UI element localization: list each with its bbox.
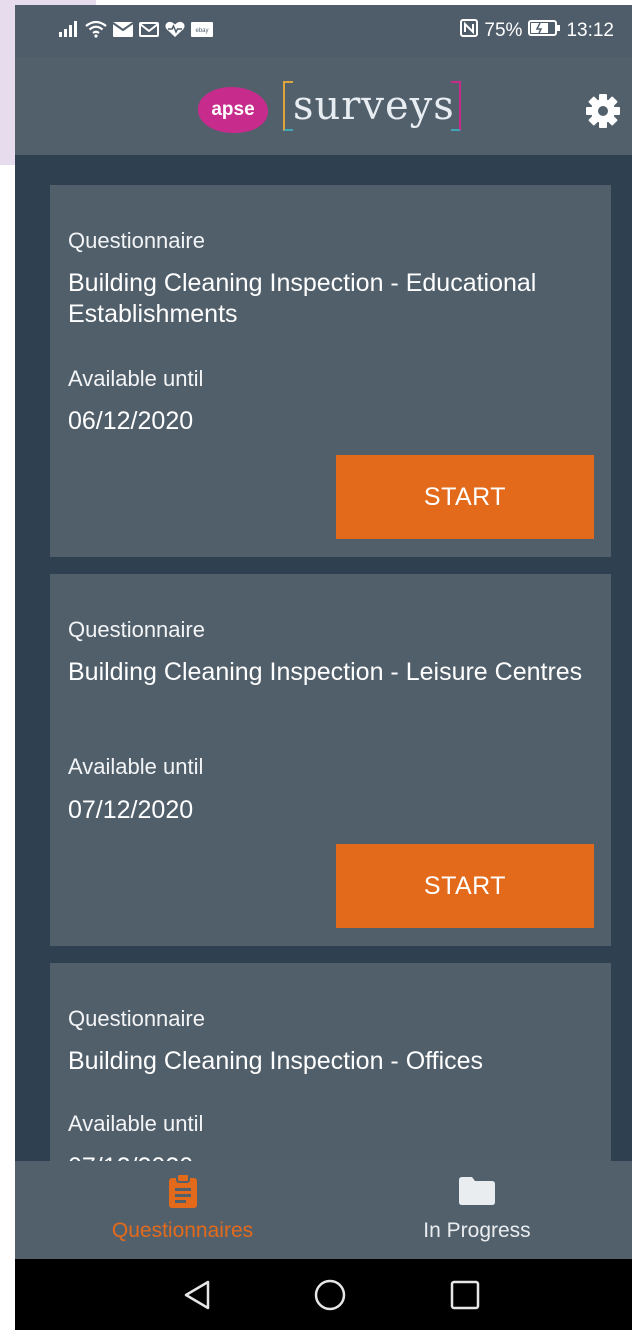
recents-icon — [450, 1280, 480, 1310]
logo-bracket-left — [283, 81, 293, 131]
recents-button[interactable] — [447, 1277, 483, 1313]
app-header: apse surveys — [15, 57, 632, 155]
card-title: Building Cleaning Inspection - Education… — [68, 269, 537, 328]
gear-icon — [586, 94, 620, 128]
card-title: Building Cleaning Inspection - Offices — [68, 1047, 484, 1075]
tab-in-progress-label: In Progress — [423, 1219, 531, 1242]
bottom-navigation: Questionnaires In Progress — [15, 1161, 632, 1259]
back-icon — [184, 1280, 210, 1310]
card-type-label: Questionnaire — [68, 617, 205, 642]
questionnaire-card: Questionnaire Building Cleaning Inspecti… — [50, 574, 611, 946]
card-type-label: Questionnaire — [68, 228, 205, 253]
folder-icon — [459, 1177, 495, 1205]
mail-icon — [112, 21, 134, 42]
questionnaire-list[interactable]: Questionnaire Building Cleaning Inspecti… — [15, 155, 632, 1161]
available-date: 06/12/2020 — [68, 407, 194, 435]
nfc-icon — [460, 19, 479, 43]
tab-questionnaires-label: Questionnaires — [111, 1219, 254, 1242]
available-date: 07/12/2020 — [68, 1153, 193, 1161]
wifi-icon — [85, 20, 107, 43]
status-icons-right: 75% 13:12 — [460, 19, 614, 43]
start-button[interactable]: START — [336, 455, 594, 539]
status-icons-left: ebay — [59, 20, 213, 43]
app-title: surveys — [293, 83, 455, 129]
ebay-icon: ebay — [191, 21, 213, 42]
start-button[interactable]: START — [336, 844, 594, 928]
gmail-icon — [139, 21, 159, 42]
available-until-label: Available until — [68, 366, 204, 391]
available-date: 07/12/2020 — [68, 796, 194, 824]
back-button[interactable] — [180, 1277, 216, 1313]
phone-screen: ebay 75% 13:12 apse surveys Questionnair… — [15, 5, 632, 1330]
home-icon — [314, 1279, 346, 1311]
clock: 13:12 — [566, 20, 614, 41]
tab-in-progress[interactable]: In Progress — [395, 1161, 559, 1259]
apse-logo-text: apse — [211, 99, 255, 120]
surveys-logo: surveys — [283, 77, 461, 133]
questionnaire-card: Questionnaire Building Cleaning Inspecti… — [50, 963, 611, 1161]
settings-button[interactable] — [583, 91, 623, 131]
available-until-label: Available until — [68, 1111, 204, 1136]
apse-logo: apse — [198, 87, 268, 133]
battery-percent: 75% — [484, 20, 523, 41]
questionnaire-card: Questionnaire Building Cleaning Inspecti… — [50, 185, 611, 557]
card-type-label: Questionnaire — [68, 1006, 205, 1031]
card-title: Building Cleaning Inspection - Leisure C… — [68, 658, 583, 686]
health-icon — [165, 21, 185, 43]
available-until-label: Available until — [68, 754, 204, 779]
home-button[interactable] — [312, 1277, 348, 1313]
tab-questionnaires[interactable]: Questionnaires — [85, 1161, 280, 1259]
system-navigation-bar — [15, 1259, 632, 1330]
signal-icon — [59, 21, 79, 42]
battery-icon — [528, 20, 561, 42]
logo-bracket-right — [451, 81, 461, 131]
clipboard-icon — [168, 1174, 197, 1208]
svg-text:ebay: ebay — [195, 28, 208, 34]
status-bar: ebay 75% 13:12 — [15, 5, 632, 57]
